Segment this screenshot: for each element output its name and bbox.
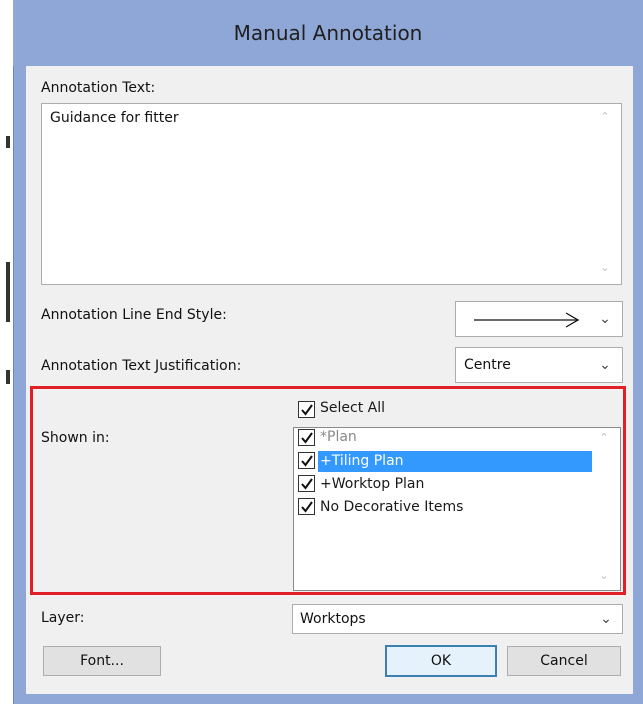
line-end-style-dropdown[interactable]: ⌄ bbox=[455, 301, 623, 337]
checkmark-icon bbox=[301, 455, 313, 467]
background-mark bbox=[6, 370, 10, 384]
justification-label: Annotation Text Justification: bbox=[41, 358, 242, 374]
dialog-title: Manual Annotation bbox=[233, 21, 423, 45]
select-all-checkbox[interactable] bbox=[298, 401, 315, 418]
list-item[interactable]: *Plan bbox=[320, 429, 357, 445]
layer-label: Layer: bbox=[41, 610, 85, 626]
checkmark-icon bbox=[301, 478, 313, 490]
long-arrow-right-icon bbox=[474, 312, 580, 328]
font-button[interactable]: Font... bbox=[43, 646, 161, 676]
list-item[interactable]: +Tiling Plan bbox=[320, 453, 404, 469]
scroll-up-icon[interactable]: ⌃ bbox=[598, 111, 612, 123]
background-mark bbox=[6, 136, 10, 148]
chevron-down-icon: ⌄ bbox=[599, 311, 611, 327]
shown-in-label: Shown in: bbox=[41, 430, 110, 446]
cancel-button[interactable]: Cancel bbox=[507, 646, 621, 676]
checkmark-icon bbox=[301, 432, 313, 444]
no-decorative-items-checkbox[interactable] bbox=[298, 498, 315, 515]
checkmark-icon bbox=[301, 404, 313, 416]
tiling-plan-checkbox[interactable] bbox=[298, 452, 315, 469]
ok-button[interactable]: OK bbox=[385, 645, 497, 677]
chevron-down-icon: ⌄ bbox=[599, 357, 611, 373]
annotation-text-field[interactable]: Guidance for fitter bbox=[41, 103, 622, 285]
list-item[interactable]: No Decorative Items bbox=[320, 499, 463, 515]
annotation-text-label: Annotation Text: bbox=[41, 80, 156, 96]
annotation-text-value: Guidance for fitter bbox=[50, 110, 179, 126]
layer-value: Worktops bbox=[300, 611, 366, 627]
background-mark bbox=[6, 262, 10, 322]
layer-dropdown[interactable]: Worktops ⌄ bbox=[292, 604, 623, 634]
line-end-style-label: Annotation Line End Style: bbox=[41, 307, 227, 323]
list-item[interactable]: +Worktop Plan bbox=[320, 476, 424, 492]
scroll-up-icon[interactable]: ⌃ bbox=[597, 432, 611, 444]
justification-value: Centre bbox=[464, 357, 511, 373]
checkmark-icon bbox=[301, 501, 313, 513]
plan-checkbox[interactable] bbox=[298, 429, 315, 446]
worktop-plan-checkbox[interactable] bbox=[298, 475, 315, 492]
scroll-down-icon[interactable]: ⌄ bbox=[598, 262, 612, 274]
select-all-label: Select All bbox=[320, 400, 385, 416]
scroll-down-icon[interactable]: ⌄ bbox=[597, 570, 611, 582]
justification-dropdown[interactable]: Centre ⌄ bbox=[455, 347, 623, 383]
chevron-down-icon: ⌄ bbox=[600, 611, 612, 627]
background-window-strip bbox=[0, 0, 13, 704]
